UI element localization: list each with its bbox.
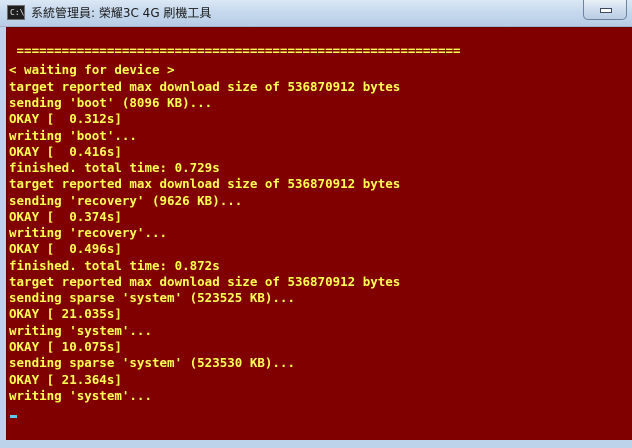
console-line: writing 'recovery'... xyxy=(9,225,168,240)
console-line: target reported max download size of 536… xyxy=(9,274,401,289)
console-line: OKAY [ 0.374s] xyxy=(9,209,122,224)
console-line: target reported max download size of 536… xyxy=(9,176,401,191)
minimize-icon xyxy=(600,8,612,13)
console-line: sending sparse 'system' (523525 KB)... xyxy=(9,290,295,305)
console-line: target reported max download size of 536… xyxy=(9,79,401,94)
console-line: OKAY [ 10.075s] xyxy=(9,339,122,354)
window-title: 系統管理員: 榮耀3C 4G 刷機工具 xyxy=(31,6,212,20)
console-line: OKAY [ 0.416s] xyxy=(9,144,122,159)
console-line: writing 'system'... xyxy=(9,323,152,338)
console-line: OKAY [ 21.364s] xyxy=(9,372,122,387)
console-line: writing 'system'... xyxy=(9,388,152,403)
console-line: ========================================… xyxy=(9,43,461,58)
console-line: finished. total time: 0.729s xyxy=(9,160,220,175)
window-frame-bottom xyxy=(0,440,632,448)
console-output[interactable]: ========================================… xyxy=(6,27,632,441)
text-cursor xyxy=(10,415,17,418)
console-window: C:\ 系統管理員: 榮耀3C 4G 刷機工具 ================… xyxy=(0,0,632,448)
console-line: sending 'recovery' (9626 KB)... xyxy=(9,193,243,208)
console-line: sending sparse 'system' (523530 KB)... xyxy=(9,355,295,370)
minimize-button[interactable] xyxy=(583,0,627,20)
cmd-icon[interactable]: C:\ xyxy=(7,5,25,20)
console-line: writing 'boot'... xyxy=(9,128,137,143)
title-bar[interactable]: C:\ 系統管理員: 榮耀3C 4G 刷機工具 xyxy=(0,0,632,27)
console-line: OKAY [ 0.496s] xyxy=(9,241,122,256)
console-line: finished. total time: 0.872s xyxy=(9,258,220,273)
console-line: OKAY [ 21.035s] xyxy=(9,306,122,321)
console-line: sending 'boot' (8096 KB)... xyxy=(9,95,213,110)
console-line: OKAY [ 0.312s] xyxy=(9,111,122,126)
console-line: < waiting for device > xyxy=(9,62,175,77)
